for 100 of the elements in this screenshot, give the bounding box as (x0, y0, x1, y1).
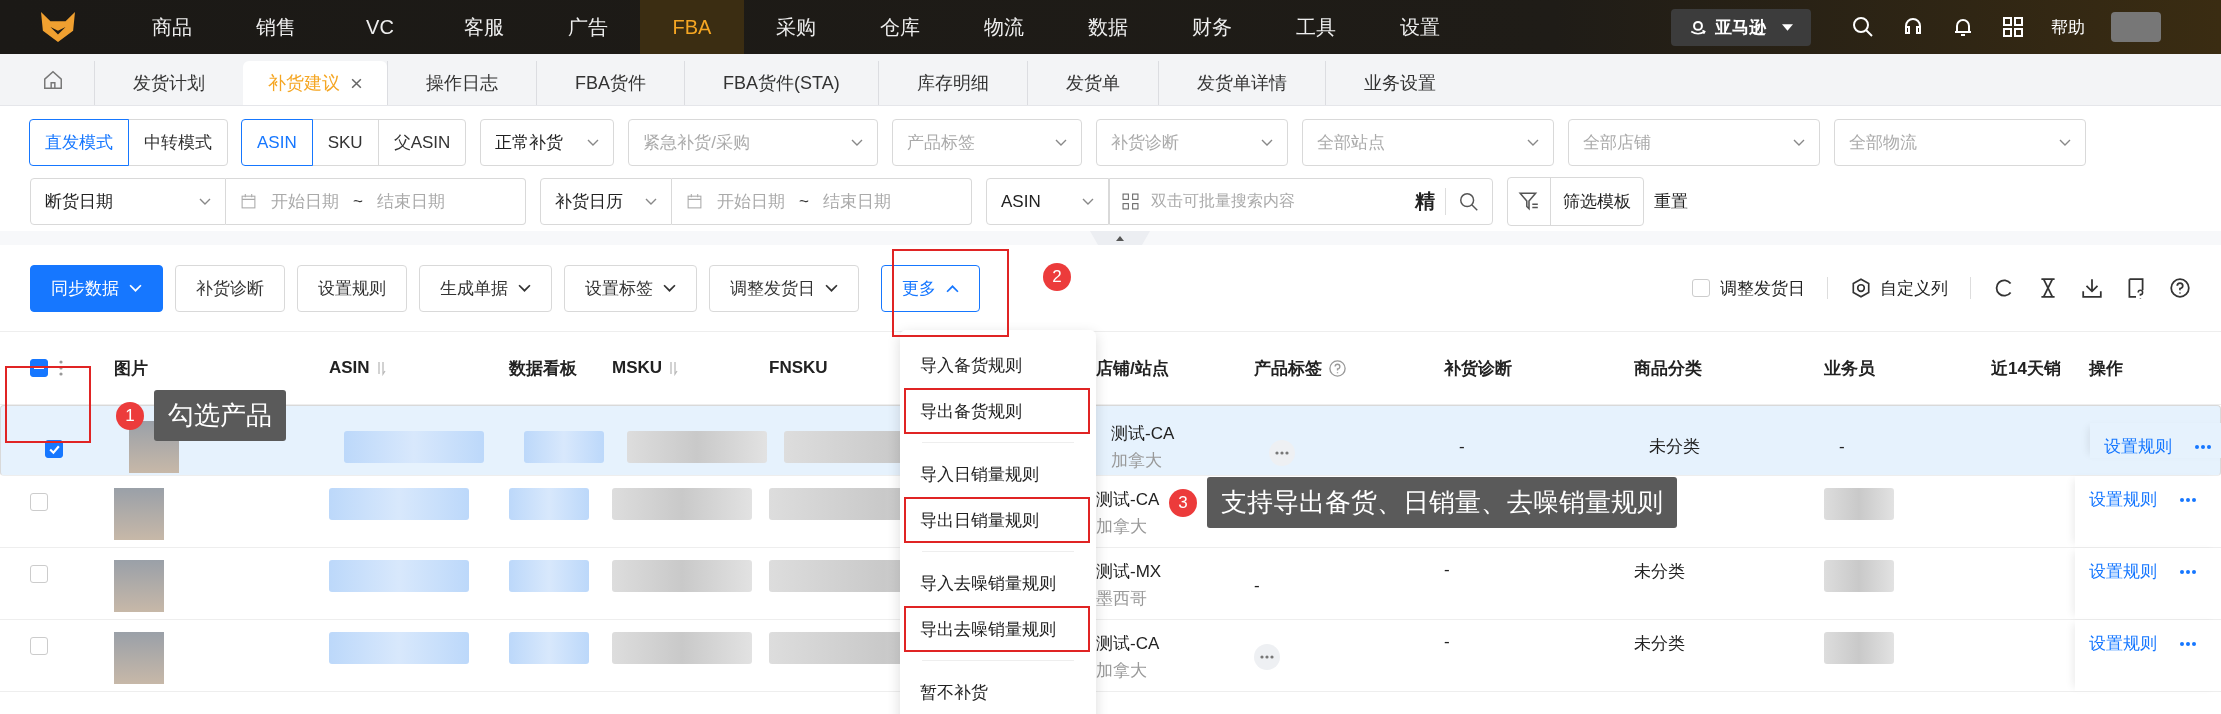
set-rule-link[interactable]: 设置规则 (2104, 435, 2172, 458)
chevron-up-icon (946, 283, 959, 293)
grid-icon[interactable] (2001, 15, 2025, 39)
calendar-icon (686, 193, 703, 210)
photo-placeholder (114, 632, 164, 684)
smile-arrow-icon (1689, 18, 1707, 36)
id-type-toggle[interactable]: SKU (311, 119, 379, 166)
toolbar-button[interactable]: 设置规则 (297, 264, 407, 312)
help-link[interactable]: 帮助 (2051, 15, 2085, 39)
nav-menu-item[interactable]: 数据 (1056, 0, 1160, 54)
column-header: 操作 (2089, 357, 2123, 380)
page-tab[interactable]: 业务设置 (1324, 61, 1474, 105)
checkbox[interactable] (1692, 279, 1710, 297)
custom-columns-button[interactable]: 自定义列 (1850, 276, 1948, 300)
step-badge: 2 (1043, 263, 1071, 291)
home-icon[interactable] (42, 69, 64, 91)
menu-item[interactable]: 导入备货规则 (904, 342, 1090, 388)
row-checkbox[interactable] (30, 493, 48, 511)
filter-dropdown[interactable]: ASIN (986, 178, 1109, 225)
nav-menu-item[interactable]: 物流 (952, 0, 1056, 54)
nav-menu-item[interactable]: 销售 (224, 0, 328, 54)
reset-button[interactable]: 重置 (1654, 190, 1688, 213)
toolbar-button[interactable]: 调整发货日 (709, 264, 859, 312)
nav-menu-item[interactable]: 工具 (1264, 0, 1368, 54)
funnel-icon[interactable] (1518, 190, 1540, 212)
photo-placeholder (114, 560, 164, 612)
filter-dropdown[interactable]: 补货日历 (540, 178, 672, 225)
page-tab[interactable]: FBA货件(STA) (684, 61, 878, 105)
nav-menu-item[interactable]: 广告 (536, 0, 640, 54)
checkbox-label: 调整发货日 (1720, 277, 1805, 300)
nav-menu-item[interactable]: VC (328, 0, 432, 54)
collapse-handle-icon[interactable] (1090, 231, 1150, 245)
toolbar-button[interactable]: 更多 (881, 264, 980, 312)
diagnosis-text: - (1444, 560, 1450, 580)
row-checkbox[interactable] (30, 565, 48, 583)
site-name: 加拿大 (1096, 660, 1147, 682)
chevron-down-icon (1793, 138, 1806, 147)
help-icon[interactable] (2169, 277, 2191, 299)
set-rule-link[interactable]: 设置规则 (2089, 560, 2157, 583)
toolbar-button[interactable]: 补货诊断 (175, 264, 285, 312)
set-rule-link[interactable]: 设置规则 (2089, 632, 2157, 655)
menu-item[interactable]: 导出去噪销量规则 (904, 606, 1090, 652)
photo-placeholder (114, 488, 164, 540)
diagnosis-text: - (1459, 436, 1465, 457)
page-tab[interactable]: FBA货件 (536, 61, 684, 105)
more-icon[interactable] (2179, 497, 2197, 503)
caret-icon (1782, 23, 1793, 31)
toolbar-button[interactable]: 生成单据 (419, 264, 552, 312)
page-tab[interactable]: 操作日志 (387, 61, 536, 105)
blurred-text (1824, 632, 1894, 664)
row-checkbox[interactable] (30, 637, 48, 655)
toolbar-button[interactable]: 同步数据 (30, 264, 163, 312)
menu-item[interactable]: 导出备货规则 (904, 388, 1090, 434)
nav-menu-item[interactable]: 设置 (1368, 0, 1472, 54)
download-icon[interactable] (2081, 277, 2103, 299)
fox-logo-icon[interactable] (38, 10, 78, 44)
search-icon[interactable] (1851, 15, 1875, 39)
platform-selector[interactable]: 亚马逊 (1671, 8, 1811, 46)
site-name: 加拿大 (1096, 516, 1147, 538)
more-icon[interactable] (2179, 569, 2197, 575)
nav-menu-item[interactable]: 客服 (432, 0, 536, 54)
nav-menu-item[interactable]: 财务 (1160, 0, 1264, 54)
search-field[interactable]: 双击可批量搜索内容 精 (1109, 178, 1493, 225)
mode-toggle[interactable]: 直发模式 (29, 119, 129, 166)
chevron-down-icon (851, 138, 864, 147)
column-header: FNSKU (769, 358, 828, 378)
id-type-toggle[interactable]: ASIN (241, 119, 313, 166)
chevron-down-icon (825, 283, 838, 293)
search-icon[interactable] (1458, 190, 1480, 213)
chevron-down-icon (199, 197, 211, 206)
menu-item[interactable]: 导入去噪销量规则 (904, 560, 1090, 606)
page-tab[interactable]: 发货单详情 (1157, 61, 1325, 105)
date-range-field[interactable]: 开始日期 ~ 结束日期 (672, 178, 972, 225)
more-icon[interactable] (2194, 444, 2212, 450)
more-icon[interactable] (2179, 641, 2197, 647)
menu-item[interactable]: 导出日销量规则 (904, 497, 1090, 543)
nav-menu-item[interactable]: FBA (640, 0, 744, 54)
store-name: 测试-MX (1096, 561, 1162, 583)
site-name: 墨西哥 (1096, 588, 1147, 610)
column-header: 业务员 (1824, 357, 1875, 380)
blurred-text (1824, 560, 1894, 592)
date-range-field[interactable]: 开始日期 ~ 结束日期 (226, 178, 526, 225)
close-icon[interactable] (350, 76, 363, 90)
site-name: 加拿大 (1111, 449, 1162, 472)
mode-toggle[interactable]: 中转模式 (128, 119, 228, 166)
id-type-toggle[interactable]: 父ASIN (377, 119, 467, 166)
filter-dropdown[interactable]: 断货日期 (30, 178, 226, 225)
page-tab[interactable]: 发货单 (1026, 61, 1158, 105)
chevron-down-icon (663, 283, 676, 293)
filter-dropdown[interactable]: 正常补货 (480, 119, 615, 166)
nav-menu-item[interactable]: 商品 (120, 0, 224, 54)
page-tab[interactable]: 库存明细 (877, 61, 1027, 105)
toolbar-button[interactable]: 设置标签 (564, 264, 697, 312)
nav-menu-item[interactable]: 采购 (744, 0, 848, 54)
nav-menu-item[interactable]: 仓库 (848, 0, 952, 54)
store-name: 测试-CA (1096, 633, 1160, 655)
more-vertical-icon[interactable] (58, 359, 64, 377)
step-badge: 3 (1169, 488, 1197, 517)
set-rule-link[interactable]: 设置规则 (2089, 488, 2157, 511)
category-text: 未分类 (1649, 436, 1700, 458)
